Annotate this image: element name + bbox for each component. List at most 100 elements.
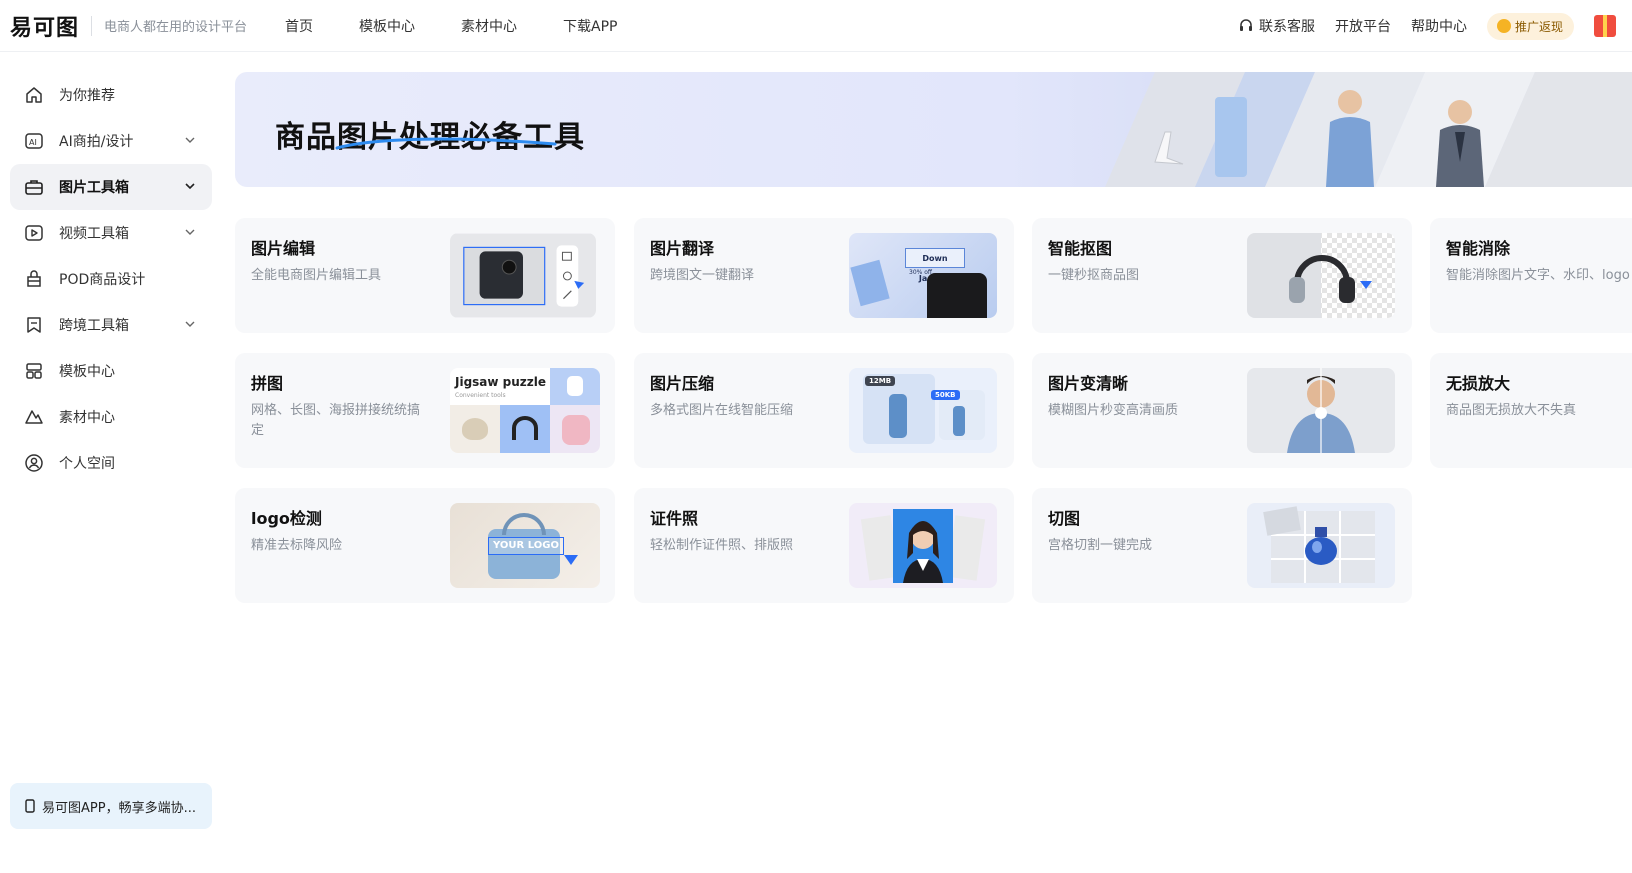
tool-card-slice[interactable]: 切图 宫格切割一键完成 (1032, 488, 1412, 603)
tool-card-image-translate[interactable]: 图片翻译 跨境图文一键翻译 Down Jackets 30% off (634, 218, 1014, 333)
tool-card-id-photo[interactable]: 证件照 轻松制作证件照、排版照 (634, 488, 1014, 603)
thumb-heading: Down Jackets (905, 248, 965, 283)
user-icon (24, 453, 44, 473)
cutout-thumbnail (1247, 233, 1395, 318)
header-actions: 联系客服 开放平台 帮助中心 推广返现 (1238, 0, 1632, 52)
card-title: 切图 (1048, 509, 1081, 528)
image-edit-thumbnail (450, 233, 596, 318)
ai-icon: AI (24, 131, 44, 151)
app-promo-text: 易可图APP，畅享多端协... (42, 800, 196, 816)
material-icon (24, 407, 44, 427)
header-divider (91, 15, 93, 36)
sidebar-item-label: 素材中心 (59, 410, 115, 426)
card-desc: 跨境图文一键翻译 (650, 268, 755, 283)
tool-card-smart-erase[interactable]: 智能消除 智能消除图片文字、水印、logo (1430, 218, 1632, 333)
logo-detection-box: YOUR LOGO (488, 537, 564, 555)
bag-icon (24, 269, 44, 289)
tool-card-image-edit[interactable]: 图片编辑 全能电商图片编辑工具 (235, 218, 615, 333)
sidebar-item-recommend[interactable]: 为你推荐 (10, 72, 212, 118)
card-desc: 商品图无损放大不失真 (1446, 403, 1577, 418)
thumb-subtext: Convenient tools (455, 392, 506, 399)
card-title: 智能抠图 (1048, 239, 1113, 258)
chevron-down-icon (185, 137, 195, 143)
sidebar-item-image-toolbox[interactable]: 图片工具箱 (10, 164, 212, 210)
tool-card-cutout[interactable]: 智能抠图 一键秒抠商品图 (1032, 218, 1412, 333)
card-title: 图片翻译 (650, 239, 715, 258)
card-title: 图片压缩 (650, 374, 715, 393)
video-icon (24, 223, 44, 243)
card-desc: 轻松制作证件照、排版照 (650, 538, 794, 553)
sidebar: 为你推荐 AI AI商拍/设计 图片工具箱 视频工具箱 POD商品设计 跨境工具… (0, 53, 222, 873)
phone-icon (25, 799, 35, 813)
nav-templates[interactable]: 模板中心 (359, 16, 415, 36)
sidebar-item-label: 为你推荐 (59, 88, 115, 104)
help-center-link[interactable]: 帮助中心 (1411, 16, 1467, 36)
card-desc: 智能消除图片文字、水印、logo (1446, 268, 1630, 283)
banner-product-photos (1105, 72, 1632, 187)
open-platform-link[interactable]: 开放平台 (1335, 16, 1391, 36)
tool-card-logo-detect[interactable]: logo检测 精准去标降风险 YOUR LOGO (235, 488, 615, 603)
card-title: 证件照 (650, 509, 699, 528)
coin-icon (1496, 19, 1511, 33)
card-title: 无损放大 (1446, 374, 1511, 393)
card-desc: 网格、长图、海报拼接统统搞定 (251, 403, 421, 438)
gift-icon[interactable] (1594, 15, 1616, 37)
promo-label: 推广返现 (1514, 19, 1563, 34)
card-desc: 宫格切割一键完成 (1048, 538, 1153, 553)
contact-label: 联系客服 (1258, 19, 1315, 35)
thumb-heading: Jigsaw puzzle (455, 375, 547, 389)
hero-banner: 商品图片处理必备工具 (235, 72, 1632, 187)
promo-button[interactable]: 推广返现 (1486, 12, 1574, 40)
brush-underline (335, 137, 557, 150)
card-desc: 全能电商图片编辑工具 (251, 268, 382, 283)
toolbox-icon (24, 177, 44, 197)
logo[interactable]: 易可图 (10, 10, 79, 42)
app-download-banner[interactable]: 易可图APP，畅享多端协... (10, 783, 212, 829)
card-title: 拼图 (251, 374, 284, 393)
nav-home[interactable]: 首页 (285, 16, 313, 36)
headset-icon (1239, 19, 1252, 31)
chevron-down-icon (185, 183, 195, 190)
collage-thumbnail: Jigsaw puzzle Convenient tools (450, 368, 600, 453)
logo-detect-thumbnail: YOUR LOGO (450, 503, 600, 588)
sidebar-item-label: 图片工具箱 (59, 180, 129, 196)
tool-card-enhance[interactable]: 图片变清晰 模糊图片秒变高清画质 (1032, 353, 1412, 468)
bookmark-icon (24, 315, 44, 335)
card-desc: 一键秒抠商品图 (1048, 268, 1140, 283)
tool-card-upscale[interactable]: 无损放大 商品图无损放大不失真 (1430, 353, 1632, 468)
card-title: 图片变清晰 (1048, 374, 1129, 393)
template-icon (24, 361, 44, 381)
sidebar-item-video-toolbox[interactable]: 视频工具箱 (10, 210, 212, 256)
card-title: logo检测 (251, 509, 322, 528)
card-title: 智能消除 (1446, 239, 1511, 258)
enhance-thumbnail (1247, 368, 1395, 453)
sidebar-item-ai-design[interactable]: AI AI商拍/设计 (10, 118, 212, 164)
nav-materials[interactable]: 素材中心 (461, 16, 517, 36)
contact-support-link[interactable]: 联系客服 (1238, 16, 1315, 36)
card-desc: 精准去标降风险 (251, 538, 343, 553)
top-bar: 易可图 电商人都在用的设计平台 首页 模板中心 素材中心 下载APP 联系客服 … (0, 0, 1632, 52)
sidebar-item-pod-design[interactable]: POD商品设计 (10, 256, 212, 302)
original-size-badge: 12MB (865, 376, 896, 386)
sidebar-item-material-center[interactable]: 素材中心 (10, 394, 212, 440)
sidebar-item-label: 个人空间 (59, 456, 115, 472)
sidebar-item-label: AI商拍/设计 (59, 134, 134, 150)
sidebar-item-label: POD商品设计 (59, 272, 146, 288)
image-translate-thumbnail: Down Jackets 30% off (849, 233, 997, 318)
sidebar-item-label: 视频工具箱 (59, 226, 129, 242)
sidebar-item-crossborder-toolbox[interactable]: 跨境工具箱 (10, 302, 212, 348)
svg-text:AI: AI (29, 138, 37, 147)
tool-card-compress[interactable]: 图片压缩 多格式图片在线智能压缩 12MB 50KB (634, 353, 1014, 468)
sidebar-item-template-center[interactable]: 模板中心 (10, 348, 212, 394)
tool-card-collage[interactable]: 拼图 网格、长图、海报拼接统统搞定 Jigsaw puzzle Convenie… (235, 353, 615, 468)
slogan: 电商人都在用的设计平台 (104, 20, 248, 35)
card-desc: 多格式图片在线智能压缩 (650, 403, 794, 418)
main-nav: 首页 模板中心 素材中心 下载APP (285, 16, 663, 36)
chevron-down-icon (185, 321, 195, 327)
card-title: 图片编辑 (251, 239, 316, 258)
sidebar-item-personal-space[interactable]: 个人空间 (10, 440, 212, 486)
sidebar-item-label: 模板中心 (59, 364, 115, 380)
nav-download-app[interactable]: 下载APP (563, 16, 617, 36)
home-icon (24, 85, 44, 105)
card-desc: 模糊图片秒变高清画质 (1048, 403, 1179, 418)
